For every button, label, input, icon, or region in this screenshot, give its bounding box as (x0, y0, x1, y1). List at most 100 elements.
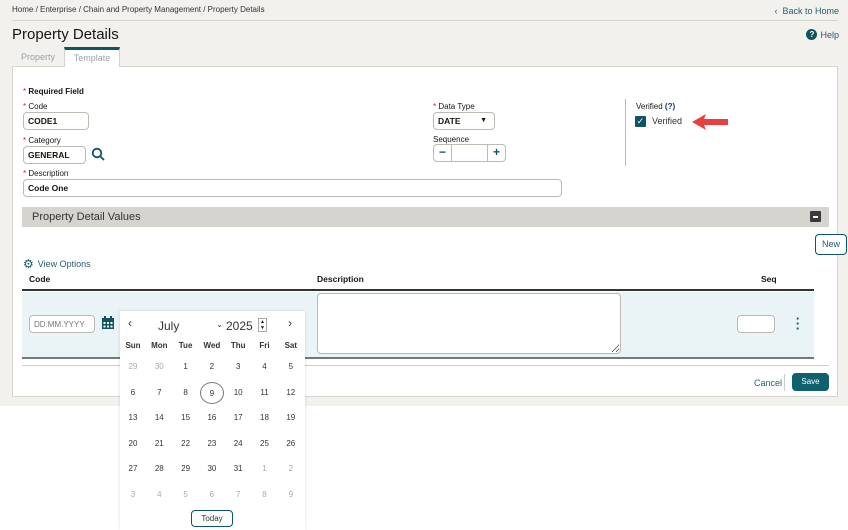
code-input[interactable]: CODE1 (23, 112, 89, 130)
property-detail-values-header: Property Detail Values (22, 207, 829, 227)
view-options-label: View Options (37, 259, 91, 269)
view-options-button[interactable]: ⚙ View Options (23, 257, 91, 271)
search-icon[interactable] (91, 147, 105, 161)
calendar-day[interactable]: 11 (253, 382, 277, 404)
calendar-day[interactable]: 19 (279, 407, 303, 429)
page-title: Property Details (12, 26, 119, 43)
description-textarea[interactable] (317, 293, 621, 354)
calendar-day[interactable]: 25 (253, 433, 277, 455)
collapse-icon[interactable] (810, 211, 821, 222)
calendar-day[interactable]: 16 (200, 407, 224, 429)
calendar-day[interactable]: 5 (279, 356, 303, 378)
calendar-day[interactable]: 4 (147, 484, 171, 506)
calendar-day[interactable]: 17 (226, 407, 250, 429)
previous-month-button[interactable]: ‹ (128, 316, 132, 330)
calendar-day[interactable]: 31 (226, 458, 250, 480)
calendar-day[interactable]: 14 (147, 407, 171, 429)
column-header-seq[interactable]: Seq (761, 274, 777, 284)
new-button[interactable]: New (815, 234, 847, 255)
calendar-day[interactable]: 10 (226, 382, 250, 404)
weekday-header: Fri (259, 341, 270, 350)
calendar-day[interactable]: 8 (253, 484, 277, 506)
decrement-button[interactable]: − (434, 145, 452, 161)
calendar-day[interactable]: 5 (174, 484, 198, 506)
calendar-day[interactable]: 3 (226, 356, 250, 378)
calendar-day[interactable]: 22 (174, 433, 198, 455)
year-spinner[interactable]: ▲ ▼ (258, 318, 267, 332)
category-label: Category (28, 136, 61, 145)
calendar-day[interactable]: 15 (174, 407, 198, 429)
sequence-label: Sequence (433, 135, 470, 144)
year-input[interactable]: 2025 (226, 319, 253, 333)
sequence-stepper: − + (433, 144, 506, 162)
back-to-home-link[interactable]: ‹ Back to Home (774, 6, 839, 16)
verified-label: Verified (636, 102, 663, 111)
tab-template[interactable]: Template (64, 47, 120, 67)
sequence-input[interactable] (452, 145, 488, 161)
data-type-select[interactable]: DATE ▼ (433, 112, 495, 130)
chevron-down-icon: ⌄ (216, 320, 223, 329)
column-header-description[interactable]: Description (317, 274, 364, 284)
calendar-day[interactable]: 30 (200, 458, 224, 480)
calendar-day[interactable]: 7 (226, 484, 250, 506)
section-title: Property Detail Values (32, 211, 141, 223)
calendar-day[interactable]: 29 (174, 458, 198, 480)
calendar-day[interactable]: 30 (147, 356, 171, 378)
help-icon: ? (806, 29, 818, 40)
caret-down-icon: ▼ (480, 117, 487, 124)
calendar-day[interactable]: 4 (253, 356, 277, 378)
cancel-button[interactable]: Cancel (754, 378, 782, 388)
calendar-day[interactable]: 7 (147, 382, 171, 404)
help-label: Help (820, 29, 839, 40)
calendar-day[interactable]: 28 (147, 458, 171, 480)
data-type-value: DATE (438, 116, 461, 126)
today-button[interactable]: Today (191, 510, 233, 527)
calendar-icon[interactable] (101, 316, 115, 330)
calendar-day[interactable]: 23 (200, 433, 224, 455)
calendar-day[interactable]: 1 (174, 356, 198, 378)
calendar-day[interactable]: 1 (253, 458, 277, 480)
calendar-day[interactable]: 8 (174, 382, 198, 404)
calendar-day[interactable]: 27 (121, 458, 145, 480)
calendar-day[interactable]: 26 (279, 433, 303, 455)
required-field-note: Required Field (28, 87, 84, 96)
description-label: Description (28, 169, 69, 178)
verified-checkbox[interactable]: ✓ (635, 116, 646, 127)
calendar-day[interactable]: 18 (253, 407, 277, 429)
description-input[interactable]: Code One (23, 179, 562, 197)
divider (12, 20, 838, 21)
seq-input[interactable] (737, 315, 775, 333)
calendar-day[interactable]: 2 (279, 458, 303, 480)
calendar-day[interactable]: 3 (121, 484, 145, 506)
more-actions-icon[interactable]: · · · (795, 312, 801, 335)
calendar-day[interactable]: 13 (121, 407, 145, 429)
weekday-header: Mon (151, 341, 168, 350)
calendar-day[interactable]: 20 (121, 433, 145, 455)
calendar-day[interactable]: 6 (121, 382, 145, 404)
weekday-header: Sat (284, 341, 298, 350)
date-picker: ‹ July ⌄ 2025 ▲ ▼ › Sun Mon Tue Wed Thu Fri Sat 2… (120, 311, 305, 530)
weekday-header: Tue (178, 341, 193, 350)
calendar-day[interactable]: 2 (200, 356, 224, 378)
column-header-code[interactable]: Code (29, 274, 50, 284)
calendar-day[interactable]: 29 (121, 356, 145, 378)
calendar-day[interactable]: 12 (279, 382, 303, 404)
calendar-day[interactable]: 6 (200, 484, 224, 506)
calendar-day[interactable]: 9 (199, 381, 224, 404)
calendar-day[interactable]: 9 (279, 484, 303, 506)
increment-button[interactable]: + (487, 145, 505, 161)
code-date-input[interactable] (29, 315, 95, 333)
red-arrow-annotation (692, 114, 728, 130)
divider (22, 289, 814, 291)
next-month-button[interactable]: › (288, 316, 292, 330)
back-label: Back to Home (782, 6, 839, 16)
save-button[interactable]: Save (792, 373, 829, 391)
help-link[interactable]: ? Help (806, 29, 839, 40)
category-input[interactable]: GENERAL (23, 146, 86, 164)
calendar-day[interactable]: 24 (226, 433, 250, 455)
calendar-day[interactable]: 21 (147, 433, 171, 455)
code-label: Code (28, 102, 48, 111)
month-select[interactable]: July ⌄ (158, 319, 223, 333)
verified-help-link[interactable]: (?) (665, 102, 675, 111)
tab-property[interactable]: Property (12, 47, 64, 67)
